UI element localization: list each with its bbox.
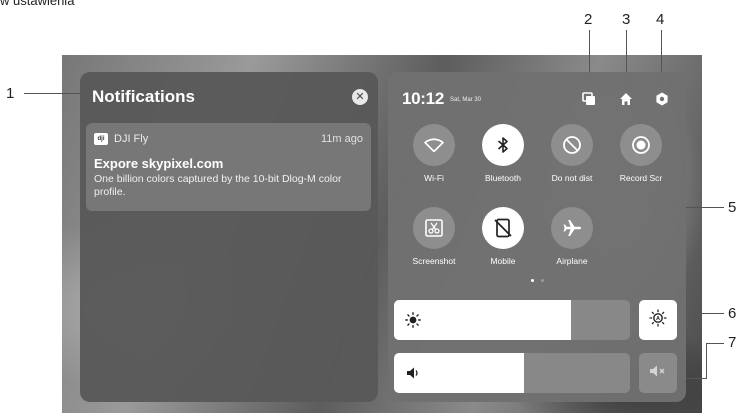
page-dot-active[interactable] — [531, 279, 534, 282]
toggle-bluetooth[interactable]: Bluetooth — [472, 124, 534, 183]
callout-line-1 — [24, 93, 80, 94]
notification-time: 11m ago — [321, 133, 363, 145]
home-icon[interactable] — [619, 92, 633, 106]
brightness-slider[interactable] — [394, 300, 630, 340]
callout-5: 5 — [728, 199, 737, 216]
wifi-icon — [413, 124, 455, 166]
page-caption: w ustawienia — [0, 0, 75, 8]
volume-slider[interactable] — [394, 353, 630, 393]
mobile-data-off-icon — [482, 207, 524, 249]
callout-7: 7 — [728, 334, 737, 351]
mute-icon — [649, 364, 667, 383]
notifications-panel: Notifications ✕ dji DJI Fly 11m ago Expo… — [80, 72, 378, 402]
screenshot-icon — [413, 207, 455, 249]
toggle-do-not-disturb[interactable]: Do not dist — [541, 124, 603, 183]
notification-heading: Expore skypixel.com — [94, 156, 224, 171]
do-not-disturb-icon — [551, 124, 593, 166]
volume-icon — [405, 365, 421, 381]
toggle-record-screen-label: Record Scr — [619, 173, 663, 183]
page-dot[interactable] — [541, 279, 544, 282]
bluetooth-icon — [482, 124, 524, 166]
notification-app-name: DJI Fly — [114, 133, 149, 145]
toggle-screenshot[interactable]: Screenshot — [403, 207, 465, 266]
toggle-record-screen[interactable]: Record Scr — [610, 124, 672, 183]
callout-6: 6 — [728, 305, 737, 322]
date: Sat, Mar 30 — [450, 97, 482, 103]
mute-button[interactable] — [639, 353, 677, 393]
svg-text:A: A — [656, 316, 660, 322]
notifications-title: Notifications — [92, 87, 195, 106]
auto-brightness-icon: A — [649, 308, 667, 332]
record-screen-icon — [620, 124, 662, 166]
toggle-airplane-label: Airplane — [556, 256, 588, 266]
toggle-do-not-disturb-label: Do not dist — [551, 173, 593, 183]
multitask-icon[interactable] — [582, 92, 596, 106]
airplane-icon — [551, 207, 593, 249]
brightness-icon — [405, 312, 421, 328]
notification-card[interactable]: dji DJI Fly 11m ago Expore skypixel.com … — [86, 123, 371, 211]
toggle-bluetooth-label: Bluetooth — [485, 173, 521, 183]
clock: 10:12 — [402, 89, 444, 108]
auto-brightness-button[interactable]: A — [639, 300, 677, 340]
control-center-panel: 10:12 Sat, Mar 30 Wi-Fi Bluetooth Do not… — [388, 72, 686, 402]
settings-hexagon-icon[interactable] — [655, 92, 669, 106]
callout-4: 4 — [656, 11, 665, 28]
callout-1: 1 — [6, 85, 15, 102]
callout-line-7b — [706, 343, 707, 379]
toggle-wifi[interactable]: Wi-Fi — [403, 124, 465, 183]
callout-line-7c — [706, 343, 724, 344]
close-icon[interactable]: ✕ — [352, 89, 368, 105]
notification-body: One billion colors captured by the 10-bi… — [94, 173, 342, 198]
callout-3: 3 — [622, 11, 631, 28]
toggle-airplane[interactable]: Airplane — [541, 207, 603, 266]
toggle-wifi-label: Wi-Fi — [424, 173, 444, 183]
toggle-screenshot-label: Screenshot — [412, 256, 456, 266]
toggle-mobile[interactable]: Mobile — [472, 207, 534, 266]
callout-2: 2 — [584, 11, 593, 28]
dji-logo-icon: dji — [94, 133, 108, 145]
toggle-mobile-label: Mobile — [490, 256, 516, 266]
